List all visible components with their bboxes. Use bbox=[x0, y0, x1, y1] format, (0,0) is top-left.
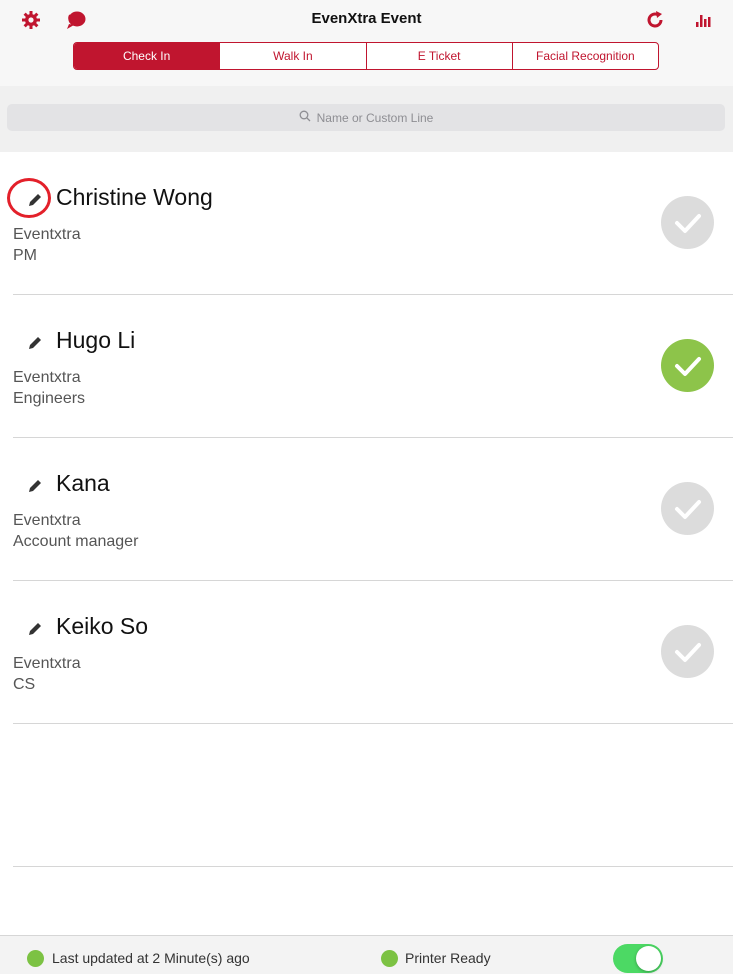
attendee-position: CS bbox=[13, 676, 36, 693]
tab-walk-in[interactable]: Walk In bbox=[219, 43, 365, 69]
attendee-position: PM bbox=[13, 247, 37, 264]
list-item[interactable]: Hugo Li Eventxtra Engineers bbox=[13, 295, 733, 438]
check-in-button[interactable] bbox=[661, 339, 714, 392]
tab-e-ticket[interactable]: E Ticket bbox=[365, 43, 512, 69]
sync-status-dot bbox=[27, 950, 44, 967]
attendee-company: Eventxtra bbox=[13, 512, 81, 529]
refresh-icon[interactable] bbox=[642, 7, 668, 33]
attendee-company: Eventxtra bbox=[13, 655, 81, 672]
attendee-list: Christine Wong Eventxtra PM Hugo Li Even… bbox=[0, 152, 733, 867]
last-updated-text: Last updated at 2 Minute(s) ago bbox=[52, 950, 250, 966]
attendee-position: Engineers bbox=[13, 390, 86, 407]
printer-toggle[interactable] bbox=[613, 944, 663, 973]
list-item[interactable]: Kana Eventxtra Account manager bbox=[13, 438, 733, 581]
list-item[interactable]: Keiko So Eventxtra CS bbox=[13, 581, 733, 724]
empty-list-row bbox=[13, 724, 733, 867]
pencil-icon[interactable] bbox=[25, 190, 45, 210]
check-in-button[interactable] bbox=[661, 482, 714, 535]
pencil-icon[interactable] bbox=[25, 333, 45, 353]
tab-check-in[interactable]: Check In bbox=[74, 43, 220, 69]
attendee-name: Christine Wong bbox=[56, 184, 213, 210]
top-bar: EvenXtra Event Check In Walk In E Ticket… bbox=[0, 0, 733, 86]
search-area: Name or Custom Line bbox=[0, 86, 733, 152]
toggle-knob bbox=[636, 946, 661, 971]
bar-chart-icon[interactable] bbox=[690, 7, 716, 33]
attendee-company: Eventxtra bbox=[13, 369, 81, 386]
tab-facial-recognition[interactable]: Facial Recognition bbox=[511, 43, 658, 69]
check-in-button[interactable] bbox=[661, 625, 714, 678]
attendee-name: Hugo Li bbox=[56, 327, 136, 353]
mode-tabs: Check In Walk In E Ticket Facial Recogni… bbox=[73, 42, 659, 70]
page-title: EvenXtra Event bbox=[311, 10, 422, 27]
printer-status-text: Printer Ready bbox=[405, 950, 491, 966]
printer-status-dot bbox=[381, 950, 398, 967]
list-item[interactable]: Christine Wong Eventxtra PM bbox=[7, 152, 733, 295]
search-icon bbox=[299, 110, 311, 125]
attendee-position: Account manager bbox=[13, 533, 139, 550]
search-input[interactable]: Name or Custom Line bbox=[7, 104, 725, 131]
search-placeholder: Name or Custom Line bbox=[316, 110, 434, 125]
attendee-company: Eventxtra bbox=[13, 226, 81, 243]
status-bar: Last updated at 2 Minute(s) ago Printer … bbox=[0, 935, 733, 974]
check-in-button[interactable] bbox=[661, 196, 714, 249]
pencil-icon[interactable] bbox=[25, 476, 45, 496]
attendee-name: Kana bbox=[56, 470, 110, 496]
attendee-name: Keiko So bbox=[56, 613, 149, 639]
pencil-icon[interactable] bbox=[25, 619, 45, 639]
